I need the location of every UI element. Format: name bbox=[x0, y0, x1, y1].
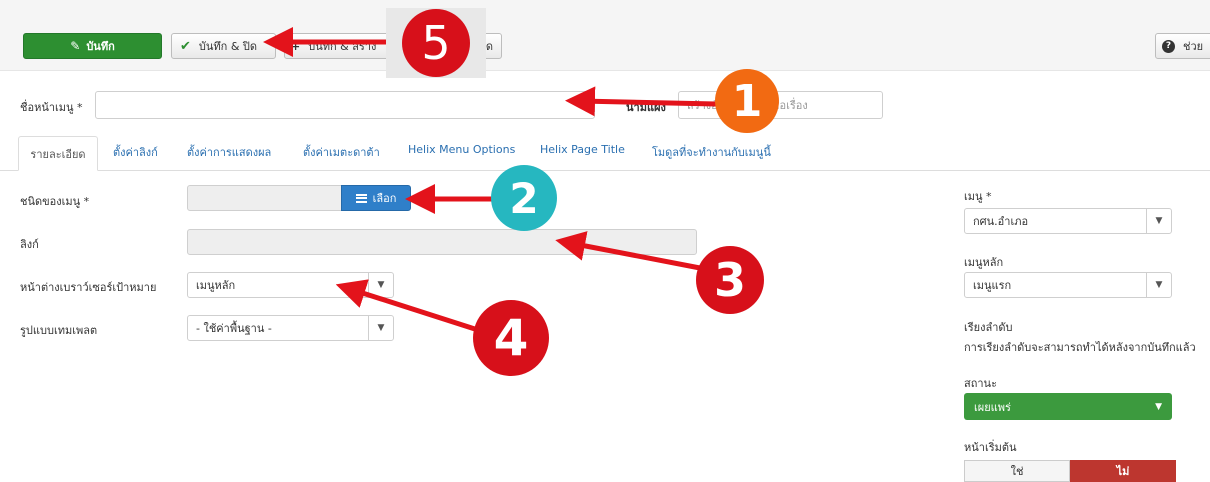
callout-2: 2 bbox=[491, 165, 557, 231]
callout-4: 4 bbox=[473, 300, 549, 376]
callout-1: 1 bbox=[715, 69, 779, 133]
callout-5: 5 bbox=[386, 8, 486, 78]
annotation-arrows bbox=[263, 27, 717, 333]
callout-2-label: 2 bbox=[509, 173, 539, 223]
callout-1-label: 1 bbox=[731, 75, 763, 127]
callout-3-label: 3 bbox=[713, 253, 746, 307]
callout-3: 3 bbox=[696, 246, 764, 314]
callout-5-label: 5 bbox=[421, 16, 451, 70]
callout-4-label: 4 bbox=[493, 309, 529, 367]
arrow-4 bbox=[335, 279, 479, 333]
arrow-3 bbox=[555, 231, 701, 271]
arrow-1 bbox=[565, 86, 717, 117]
